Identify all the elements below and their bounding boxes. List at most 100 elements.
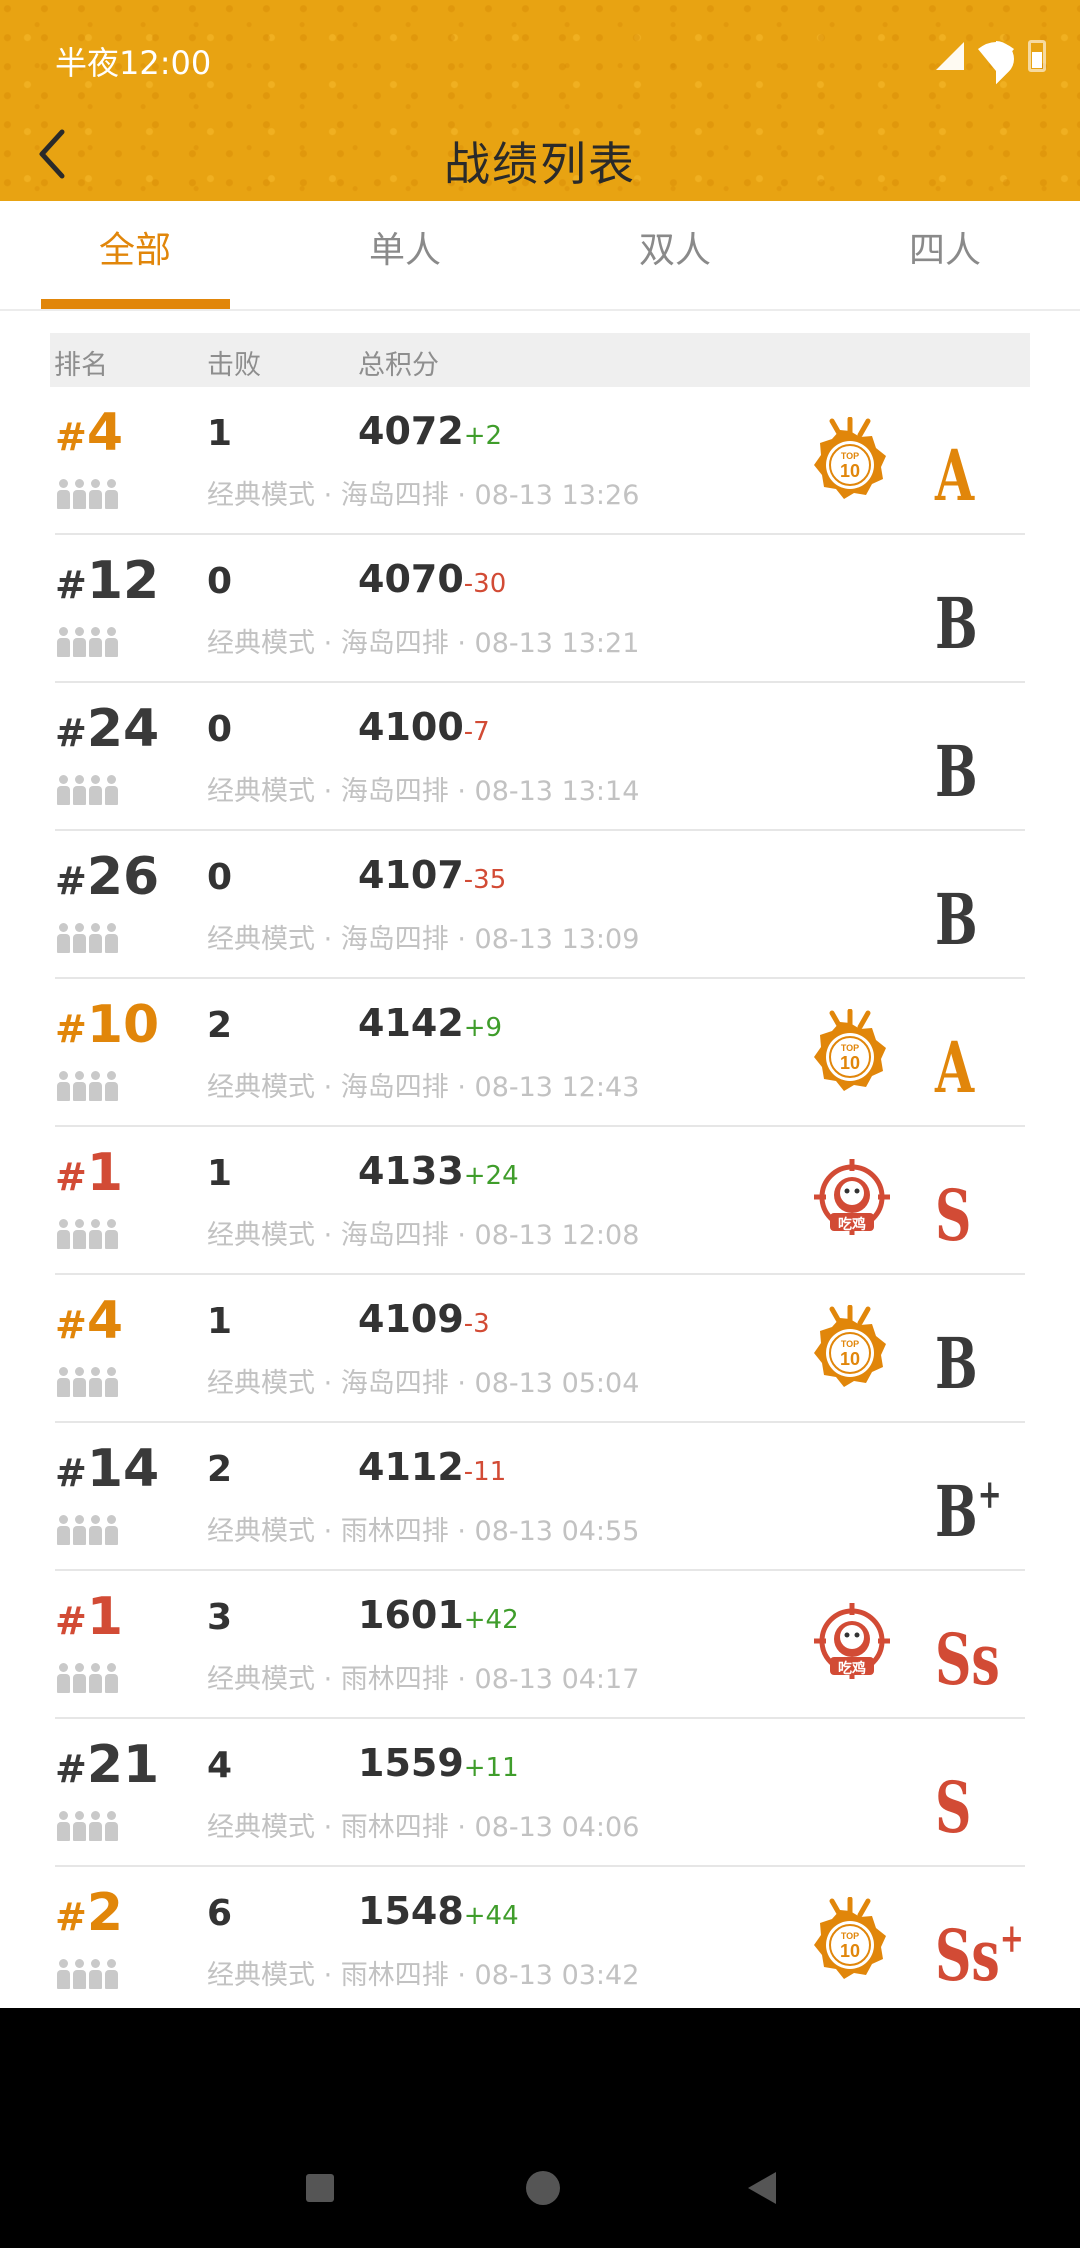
match-time: 08-13 04:06 — [474, 1812, 640, 1843]
match-time: 08-13 13:09 — [474, 924, 640, 955]
rank-hash: # — [55, 1599, 87, 1643]
match-row[interactable]: #1 1 4133+24 经典模式 · 海岛四排 · 08-13 12:08 吃鸡 S — [55, 1127, 1025, 1275]
score-delta: +42 — [463, 1605, 519, 1635]
match-mode: 经典模式 · — [207, 776, 333, 807]
score-value: 4072 — [358, 409, 464, 453]
signal-icon — [936, 42, 964, 70]
match-time: 08-13 12:43 — [474, 1072, 640, 1103]
squad-icon — [57, 1515, 118, 1545]
rank-hash: # — [55, 1451, 87, 1495]
grade-letter: B — [935, 1470, 978, 1553]
recents-button[interactable] — [306, 2174, 334, 2202]
rank-number: 12 — [86, 551, 160, 611]
match-meta: 经典模式 · 雨林四排 · 08-13 04:55 — [207, 1509, 639, 1548]
match-row[interactable]: #2 6 1548+44 经典模式 · 雨林四排 · 08-13 03:42 TOP 10… — [55, 1867, 1025, 2015]
match-row[interactable]: #1 3 1601+42 经典模式 · 雨林四排 · 08-13 04:17 吃鸡 Ss — [55, 1571, 1025, 1719]
tab-duo[interactable]: 双人 — [575, 201, 775, 311]
match-row[interactable]: #10 2 4142+9 经典模式 · 海岛四排 · 08-13 12:43 TOP 10… — [55, 979, 1025, 1127]
kills-value: 6 — [207, 1893, 233, 1934]
match-row[interactable]: #26 0 4107-35 经典模式 · 海岛四排 · 08-13 13:09 B — [55, 831, 1025, 979]
rank-value: #12 — [55, 551, 159, 615]
score-value: 4109 — [358, 1297, 464, 1341]
match-row[interactable]: #12 0 4070-30 经典模式 · 海岛四排 · 08-13 13:21 B — [55, 535, 1025, 683]
back-nav-button[interactable] — [748, 2172, 776, 2204]
tab-squad[interactable]: 四人 — [845, 201, 1045, 311]
match-meta: 经典模式 · 海岛四排 · 08-13 05:04 — [207, 1361, 639, 1400]
score-value: 4107 — [358, 853, 464, 897]
match-meta: 经典模式 · 雨林四排 · 08-13 04:06 — [207, 1805, 639, 1844]
grade-plus: + — [977, 1471, 1002, 1518]
match-time: 08-13 05:04 — [474, 1368, 640, 1399]
rank-number: 1 — [86, 1143, 124, 1203]
match-row[interactable]: #21 4 1559+11 经典模式 · 雨林四排 · 08-13 04:06 S — [55, 1719, 1025, 1867]
score-container: 4072+2 — [358, 409, 502, 453]
wifi-icon — [978, 41, 1014, 71]
battery-icon — [1028, 40, 1046, 72]
home-button[interactable] — [526, 2171, 560, 2205]
score-delta: +24 — [463, 1161, 519, 1191]
match-mode: 经典模式 · — [207, 1812, 333, 1843]
score-value: 1559 — [358, 1741, 464, 1785]
score-delta: -11 — [463, 1457, 507, 1487]
score-container: 1601+42 — [358, 1593, 519, 1637]
rank-hash: # — [55, 1007, 87, 1051]
score-delta: +9 — [463, 1013, 503, 1043]
squad-icon — [57, 1219, 118, 1249]
grade-badge: B — [935, 853, 978, 970]
rank-value: #4 — [55, 1291, 123, 1355]
match-time: 08-13 03:42 — [474, 1960, 640, 1991]
grade-letter: B — [935, 730, 978, 813]
match-list: #4 1 4072+2 经典模式 · 海岛四排 · 08-13 13:26 TOP 10 A… — [0, 387, 1080, 2015]
tab-all[interactable]: 全部 — [35, 201, 235, 311]
grade-badge: A — [935, 1001, 974, 1118]
score-value: 1601 — [358, 1593, 464, 1637]
rank-hash: # — [55, 711, 87, 755]
match-map: 海岛四排 · — [340, 1072, 466, 1103]
rank-value: #26 — [55, 847, 159, 911]
svg-text:10: 10 — [840, 1053, 860, 1073]
score-value: 4142 — [358, 1001, 464, 1045]
match-meta: 经典模式 · 雨林四排 · 08-13 04:17 — [207, 1657, 639, 1696]
match-time: 08-13 13:14 — [474, 776, 640, 807]
rank-number: 24 — [86, 699, 160, 759]
score-container: 4100-7 — [358, 705, 490, 749]
score-delta: -35 — [463, 865, 507, 895]
match-mode: 经典模式 · — [207, 1220, 333, 1251]
rank-hash: # — [55, 1303, 87, 1347]
match-map: 海岛四排 · — [340, 628, 466, 659]
match-meta: 经典模式 · 海岛四排 · 08-13 13:26 — [207, 473, 639, 512]
match-row[interactable]: #14 2 4112-11 经典模式 · 雨林四排 · 08-13 04:55 B+ — [55, 1423, 1025, 1571]
grade-badge: B — [935, 557, 978, 674]
tab-solo[interactable]: 单人 — [305, 201, 505, 311]
top10-badge-icon: TOP10 — [814, 1897, 886, 1979]
match-time: 08-13 13:21 — [474, 628, 640, 659]
tab-bar: 全部 单人 双人 四人 — [0, 201, 1080, 311]
match-time: 08-13 13:26 — [474, 480, 640, 511]
score-delta: -30 — [463, 569, 507, 599]
squad-icon — [57, 1071, 118, 1101]
rank-value: #1 — [55, 1143, 123, 1207]
rank-hash: # — [55, 1155, 87, 1199]
squad-icon — [57, 627, 118, 657]
match-mode: 经典模式 · — [207, 480, 333, 511]
system-nav-bar — [0, 2008, 1080, 2248]
svg-text:TOP: TOP — [841, 1931, 859, 1941]
squad-icon — [57, 923, 118, 953]
top10-badge-icon: TOP10 — [814, 1009, 886, 1091]
grade-badge: B+ — [935, 1445, 1002, 1562]
kills-value: 0 — [207, 709, 233, 750]
match-meta: 经典模式 · 海岛四排 · 08-13 12:43 — [207, 1065, 639, 1104]
match-row[interactable]: #4 1 4072+2 经典模式 · 海岛四排 · 08-13 13:26 TOP 10 A — [55, 387, 1025, 535]
rank-number: 4 — [86, 403, 124, 463]
rank-hash: # — [55, 415, 87, 459]
score-container: 4112-11 — [358, 1445, 506, 1489]
match-meta: 经典模式 · 海岛四排 · 08-13 12:08 — [207, 1213, 639, 1252]
match-row[interactable]: #24 0 4100-7 经典模式 · 海岛四排 · 08-13 13:14 B — [55, 683, 1025, 831]
match-map: 雨林四排 · — [340, 1516, 466, 1547]
match-row[interactable]: #4 1 4109-3 经典模式 · 海岛四排 · 08-13 05:04 TOP 10 B — [55, 1275, 1025, 1423]
chicken-badge-label: 吃鸡 — [838, 1661, 866, 1677]
svg-text:TOP: TOP — [841, 1339, 859, 1349]
rank-hash: # — [55, 1747, 87, 1791]
squad-icon — [57, 1367, 118, 1397]
rank-number: 4 — [86, 1291, 124, 1351]
